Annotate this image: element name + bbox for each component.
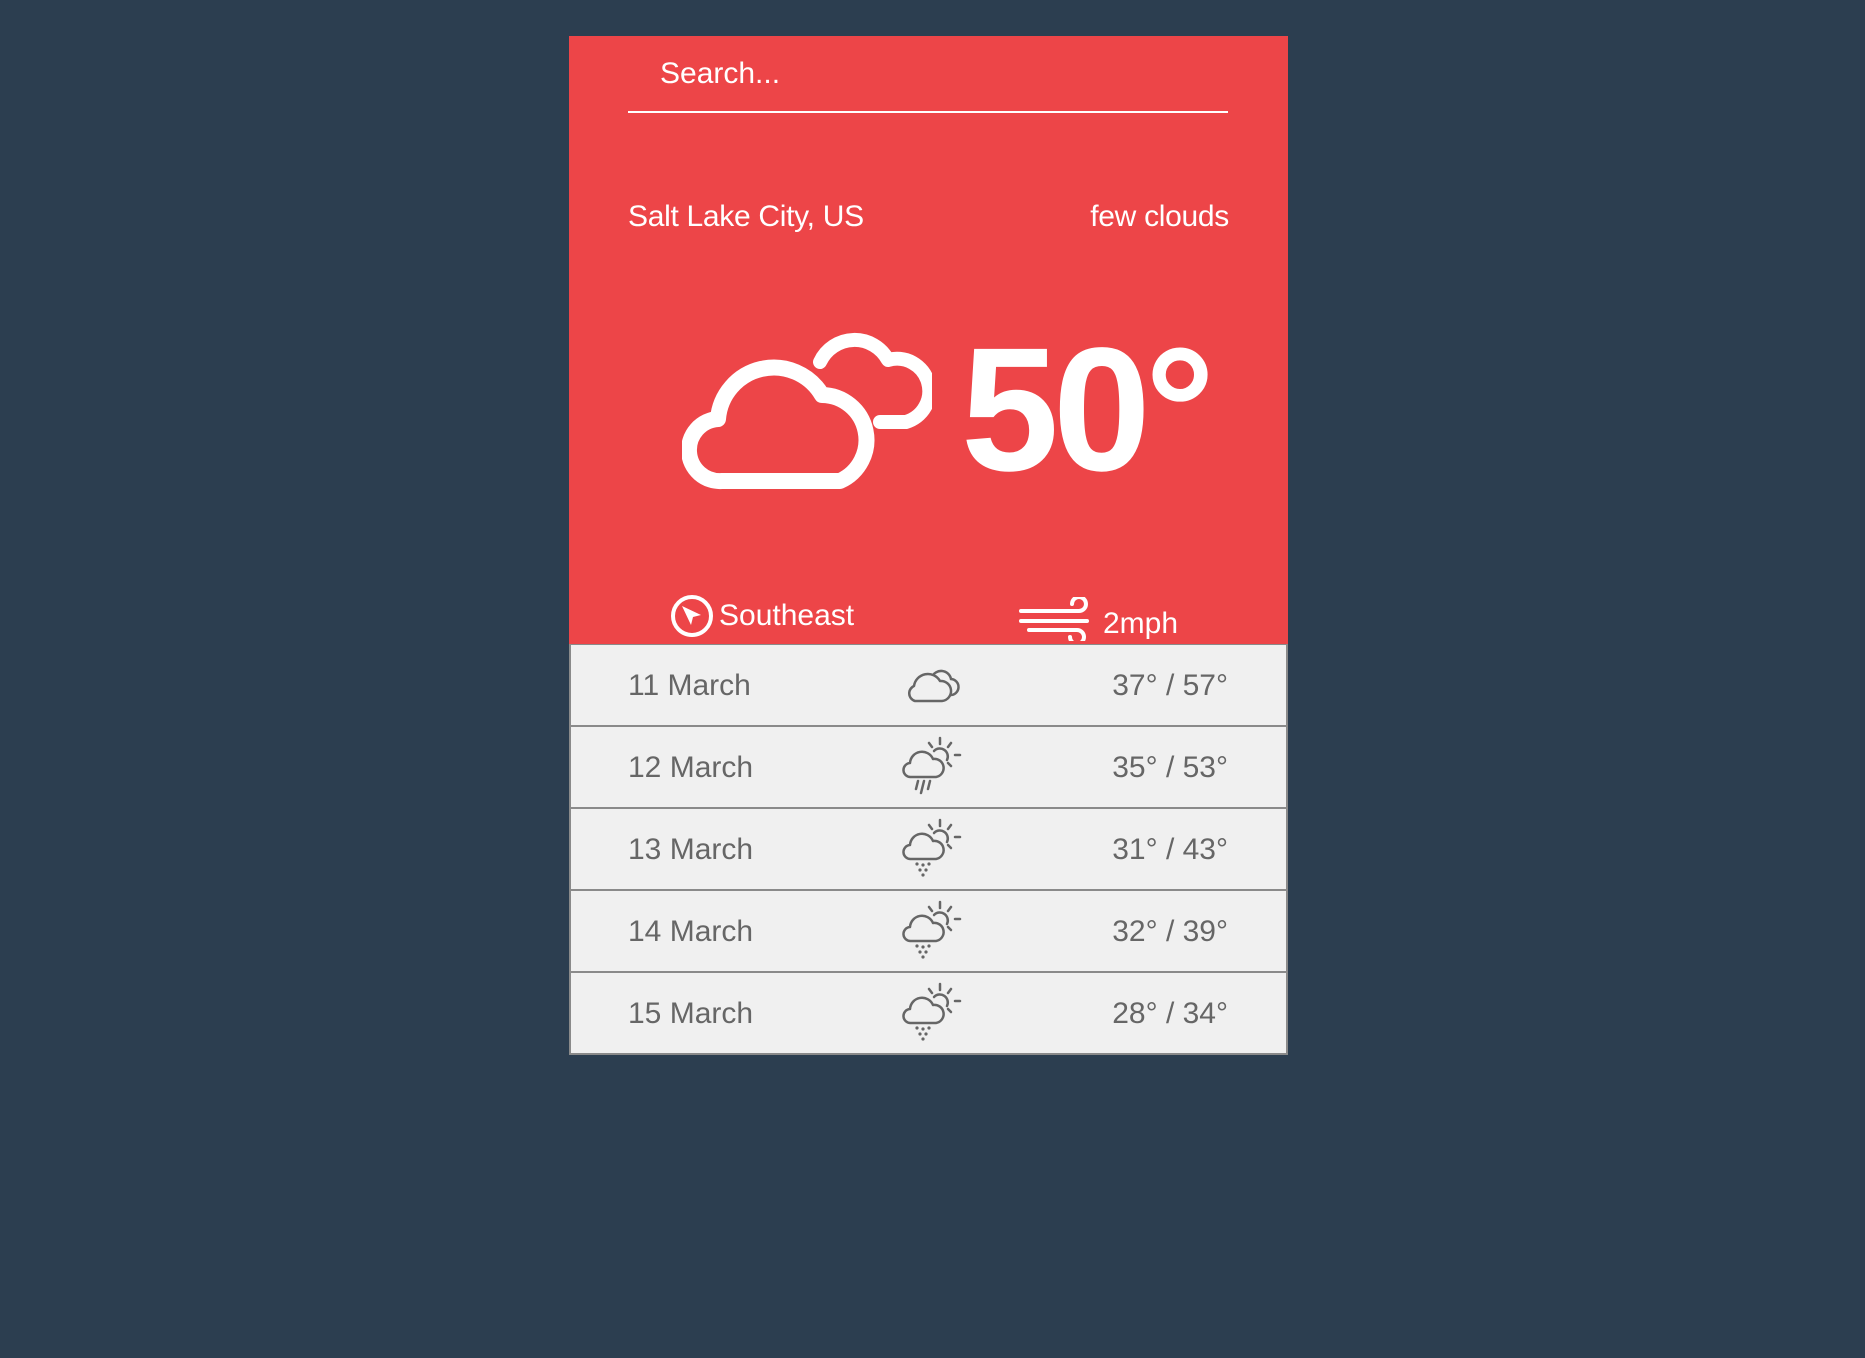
wind-speed: 2mph: [1017, 597, 1178, 641]
forecast-row: 13 March 31° / 43°: [569, 809, 1288, 891]
forecast-row: 11 March 37° / 57°: [569, 644, 1288, 727]
compass-icon: [671, 595, 713, 637]
forecast-list: 11 March 37° / 57° 12 March 35° / 53° 13…: [569, 644, 1288, 1055]
forecast-temps: 35° / 53°: [1112, 751, 1228, 784]
forecast-date: 11 March: [628, 669, 751, 702]
current-weather-panel: Salt Lake City, US few clouds 50° Southe…: [569, 36, 1288, 644]
few-clouds-icon: [682, 332, 932, 490]
cloudy-icon: [908, 669, 960, 703]
forecast-date: 12 March: [628, 751, 754, 784]
forecast-row: 12 March 35° / 53°: [569, 727, 1288, 809]
forecast-temps: 32° / 39°: [1112, 915, 1228, 948]
location-label: Salt Lake City, US: [628, 200, 864, 233]
forecast-temps: 31° / 43°: [1112, 833, 1228, 866]
wind-direction: Southeast: [669, 593, 854, 639]
weather-description: few clouds: [1090, 200, 1229, 233]
rain-sun-icon: [902, 736, 962, 795]
wind-speed-label: 2mph: [1103, 607, 1179, 640]
forecast-date: 14 March: [628, 915, 754, 948]
forecast-date: 13 March: [628, 833, 754, 866]
forecast-date: 15 March: [628, 997, 754, 1030]
wind-direction-label: Southeast: [719, 599, 855, 632]
forecast-row: 15 March 28° / 34°: [569, 973, 1288, 1055]
wind-icon: [1019, 597, 1089, 641]
search-input[interactable]: [628, 36, 1228, 113]
snow-sun-icon: [902, 900, 962, 959]
current-temperature: 50°: [961, 312, 1215, 508]
forecast-row: 14 March 32° / 39°: [569, 891, 1288, 973]
forecast-temps: 28° / 34°: [1112, 997, 1228, 1030]
weather-widget: Salt Lake City, US few clouds 50° Southe…: [569, 36, 1288, 1055]
snow-sun-icon: [902, 982, 962, 1041]
snow-sun-icon: [902, 818, 962, 877]
forecast-temps: 37° / 57°: [1112, 669, 1228, 702]
